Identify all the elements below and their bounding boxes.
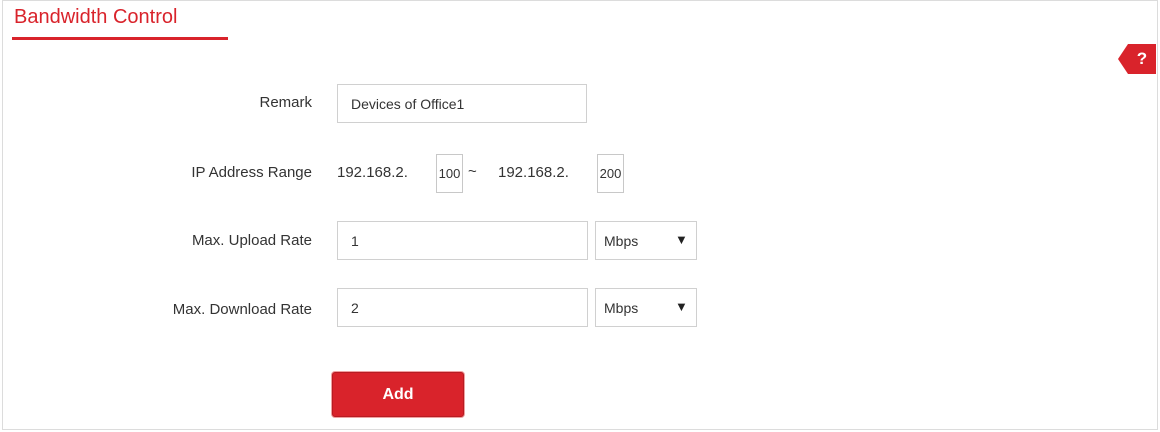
ip-start-prefix: 192.168.2. bbox=[337, 164, 408, 181]
triangle-down-icon: ▼ bbox=[675, 299, 688, 314]
download-unit-value: Mbps bbox=[604, 300, 639, 316]
add-button[interactable]: Add bbox=[332, 372, 464, 417]
help-icon: ? bbox=[1136, 49, 1148, 68]
download-rate-label: Max. Download Rate bbox=[172, 301, 312, 318]
title-underline bbox=[12, 37, 228, 40]
triangle-down-icon: ▼ bbox=[675, 232, 688, 247]
ip-end-octet-input[interactable] bbox=[597, 154, 624, 193]
upload-rate-input[interactable] bbox=[337, 221, 588, 260]
download-rate-input[interactable] bbox=[337, 288, 588, 327]
remark-label: Remark bbox=[259, 94, 312, 111]
download-unit-select[interactable]: Mbps ▼ bbox=[595, 288, 697, 327]
upload-unit-select[interactable]: Mbps ▼ bbox=[595, 221, 697, 260]
ip-start-octet-input[interactable] bbox=[436, 154, 463, 193]
upload-rate-label: Max. Upload Rate bbox=[191, 232, 312, 249]
upload-unit-value: Mbps bbox=[604, 233, 639, 249]
ip-range-label: IP Address Range bbox=[191, 164, 312, 181]
ip-end-prefix: 192.168.2. bbox=[498, 164, 569, 181]
ip-range-separator: ~ bbox=[468, 163, 477, 180]
remark-input[interactable] bbox=[337, 84, 587, 123]
page-title: Bandwidth Control bbox=[14, 6, 178, 28]
bandwidth-control-panel bbox=[2, 0, 1158, 430]
